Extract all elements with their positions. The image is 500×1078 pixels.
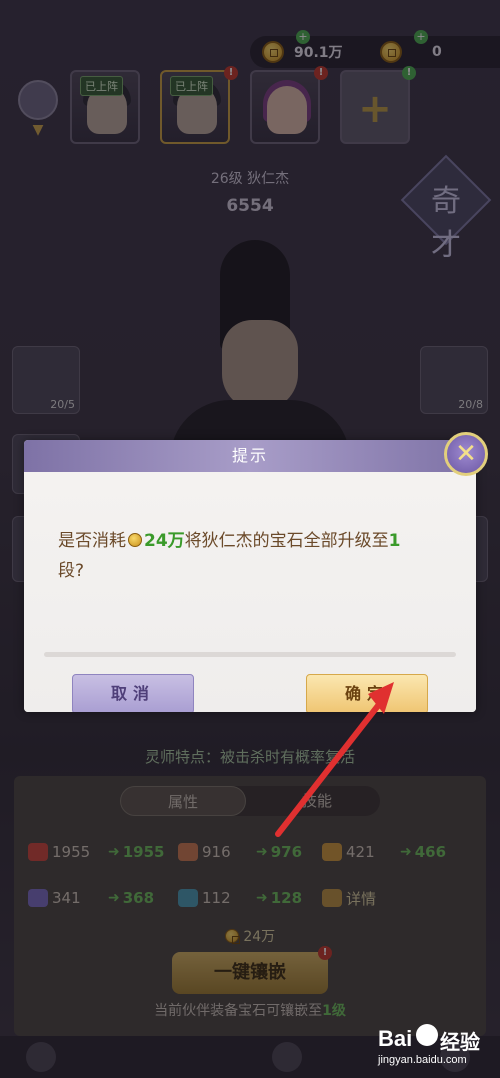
dialog-divider	[44, 652, 456, 657]
watermark-logo: Bai	[378, 1026, 413, 1051]
dialog-title: 提示	[231, 446, 268, 465]
msg-cost: 24万	[144, 531, 185, 551]
gold-coin-icon	[128, 533, 142, 547]
cancel-button[interactable]: 取消	[72, 674, 194, 712]
watermark-url: jingyan.baidu.com	[378, 1054, 467, 1066]
confirm-dialog: 提示 是否消耗 24万将狄仁杰的宝石全部升级至1 段? 取消 确定	[24, 440, 476, 712]
watermark-suffix: 经验	[440, 1030, 480, 1054]
msg-prefix: 是否消耗	[58, 531, 126, 551]
msg-suffix: 段?	[58, 561, 85, 581]
dialog-message: 是否消耗 24万将狄仁杰的宝石全部升级至1 段?	[58, 526, 448, 586]
dialog-body: 是否消耗 24万将狄仁杰的宝石全部升级至1 段? 取消 确定	[24, 472, 476, 712]
msg-middle: 将狄仁杰的宝石全部升级至	[184, 531, 389, 551]
close-icon: ✕	[455, 439, 477, 469]
msg-level: 1	[388, 531, 401, 551]
paw-icon	[416, 1024, 438, 1046]
baidu-watermark: Bai 经验 jingyan.baidu.com	[378, 1024, 490, 1072]
confirm-button[interactable]: 确定	[306, 674, 428, 712]
close-button[interactable]: ✕	[444, 432, 488, 476]
